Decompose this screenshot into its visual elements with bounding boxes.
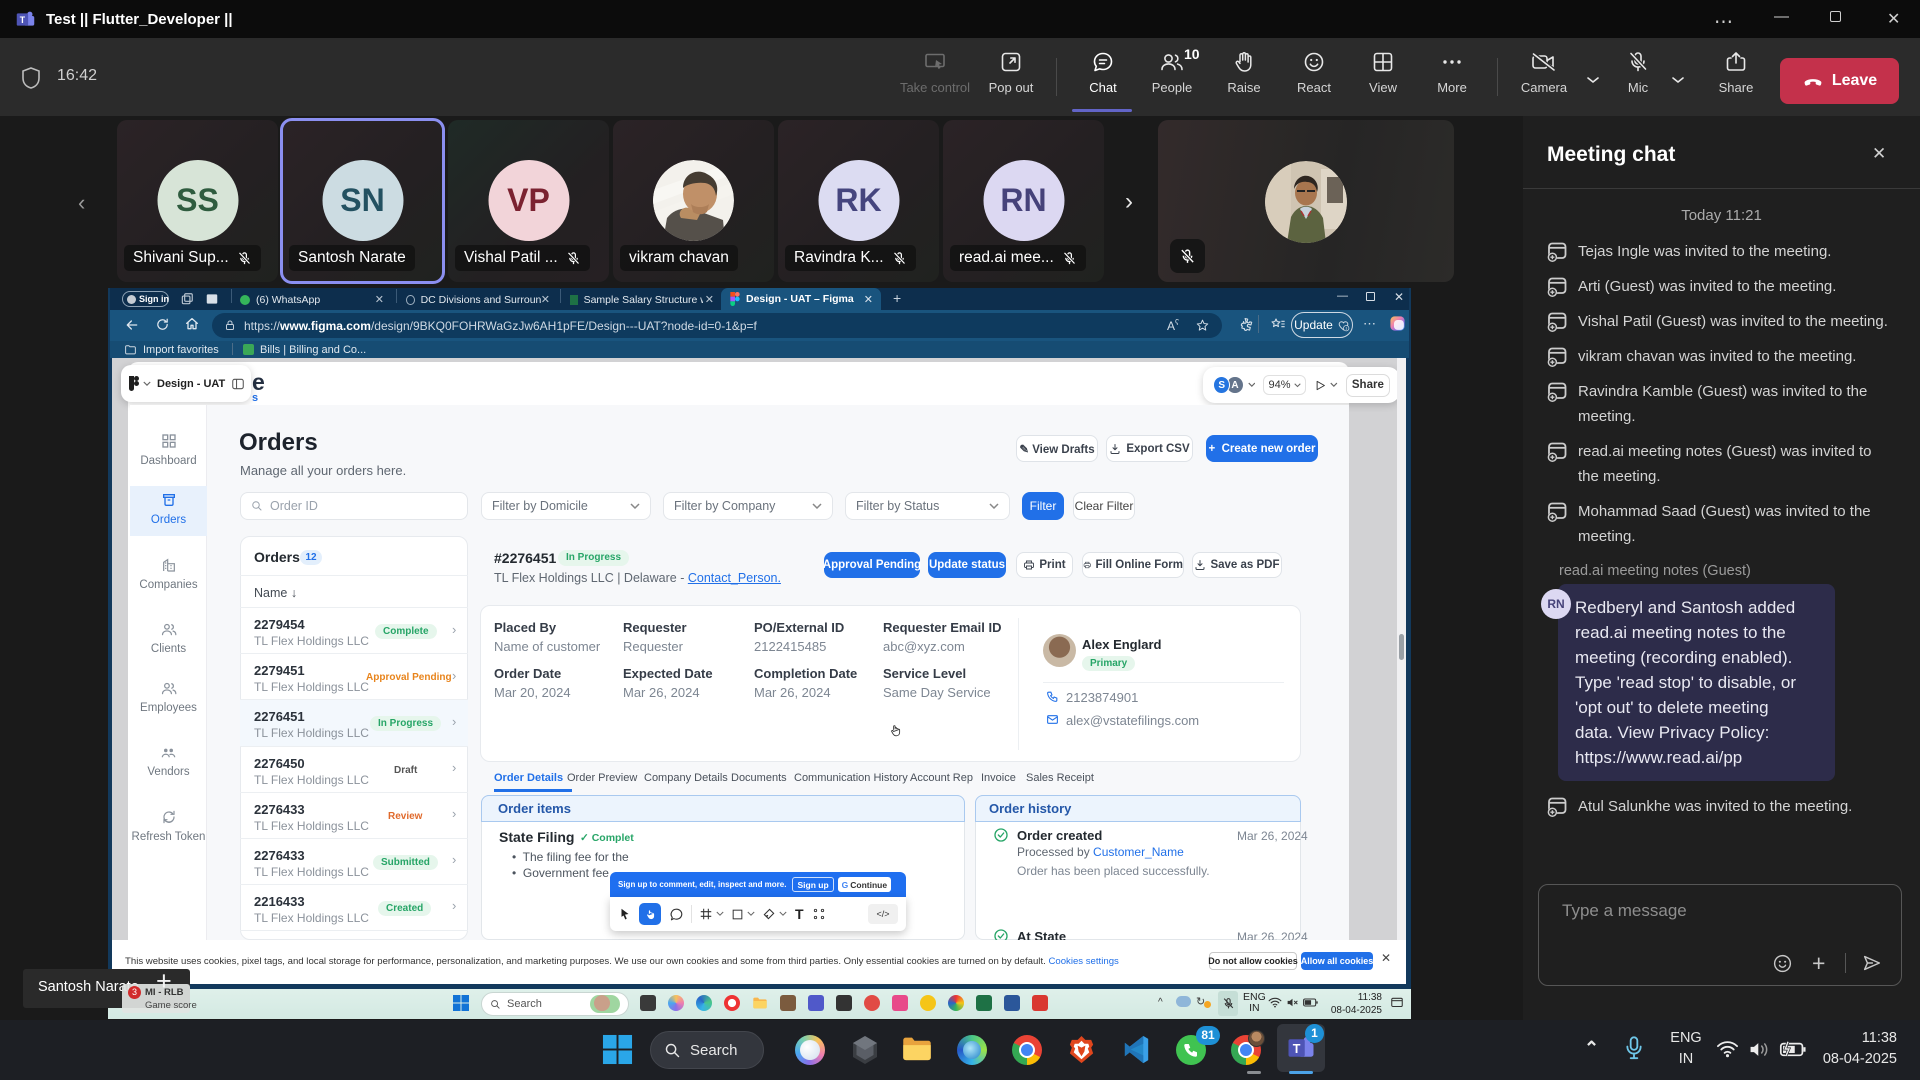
svg-text:T: T: [1293, 1042, 1301, 1056]
svg-text:T: T: [20, 15, 26, 25]
